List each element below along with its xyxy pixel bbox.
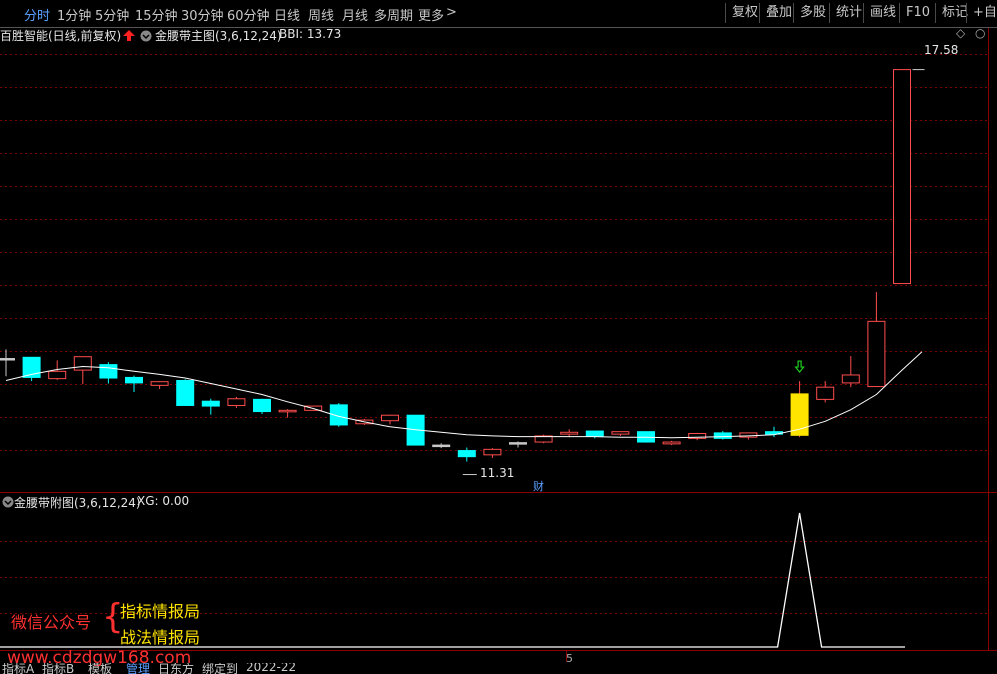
settings-icon[interactable]: ○	[975, 26, 985, 40]
main-indicator-label: 金腰带主图(3,6,12,24)	[155, 29, 282, 43]
diamond-icon[interactable]: ◇	[956, 26, 965, 40]
candle-body	[150, 381, 169, 386]
bottom-tab[interactable]: 管理	[126, 663, 150, 674]
candle-body	[0, 358, 15, 361]
candle-body	[841, 374, 860, 384]
candle-body	[893, 69, 911, 285]
bbi-value: BBI: 13.73	[279, 27, 342, 41]
bottom-tab[interactable]: 模板	[88, 663, 112, 674]
bottom-tab-bar: 指标A 指标B 模板 管理 日东方 绑定到 2022-22	[0, 663, 997, 674]
candle-body	[585, 430, 604, 438]
bottom-tab[interactable]: 绑定到	[202, 663, 238, 674]
candle-body	[816, 386, 835, 400]
up-arrow-icon	[123, 30, 135, 41]
candle-body	[611, 431, 630, 435]
sub-indicator-label: 金腰带附图(3,6,12,24)	[14, 496, 141, 510]
watermark-wechat: 微信公众号	[11, 613, 92, 632]
sub-chevron-icon[interactable]	[2, 496, 14, 508]
candle-body	[483, 448, 502, 456]
watermark-line1: 指标情报局	[120, 602, 201, 621]
candle-body	[457, 450, 476, 458]
chevron-down-icon[interactable]	[140, 30, 152, 42]
bottom-tab[interactable]: 指标B	[42, 663, 74, 674]
candle-body	[662, 441, 681, 445]
candle-body	[176, 379, 195, 406]
candle-body	[99, 364, 118, 379]
candle-body	[201, 400, 220, 407]
candle-body	[253, 398, 271, 413]
bbi-line	[5, 351, 923, 439]
candle-body	[432, 444, 451, 448]
candle-body	[381, 414, 399, 422]
bottom-tab[interactable]: 指标A	[2, 663, 34, 674]
watermark-line2: 战法情报局	[120, 628, 201, 647]
candle-body	[227, 398, 246, 406]
chart-canvas	[0, 27, 997, 662]
candle-body	[278, 409, 297, 413]
candle-body	[867, 320, 886, 388]
buy-arrow-icon	[794, 360, 805, 374]
high-price-label: 17.58	[924, 43, 959, 57]
candle-body	[73, 356, 92, 371]
candle-body	[125, 376, 143, 384]
bottom-tab[interactable]: 日东方	[158, 663, 194, 674]
candle-body	[713, 432, 732, 439]
stock-title: 百胜智能(日线,前复权)	[0, 29, 122, 43]
candle-body	[560, 431, 579, 435]
candle-body	[509, 442, 527, 445]
candle-body	[48, 370, 67, 380]
xg-value: XG: 0.00	[137, 494, 190, 508]
finance-marker[interactable]: 财	[533, 478, 544, 494]
low-price-label: 11.31	[480, 466, 515, 480]
bottom-tab[interactable]: 2022-22	[246, 663, 296, 674]
